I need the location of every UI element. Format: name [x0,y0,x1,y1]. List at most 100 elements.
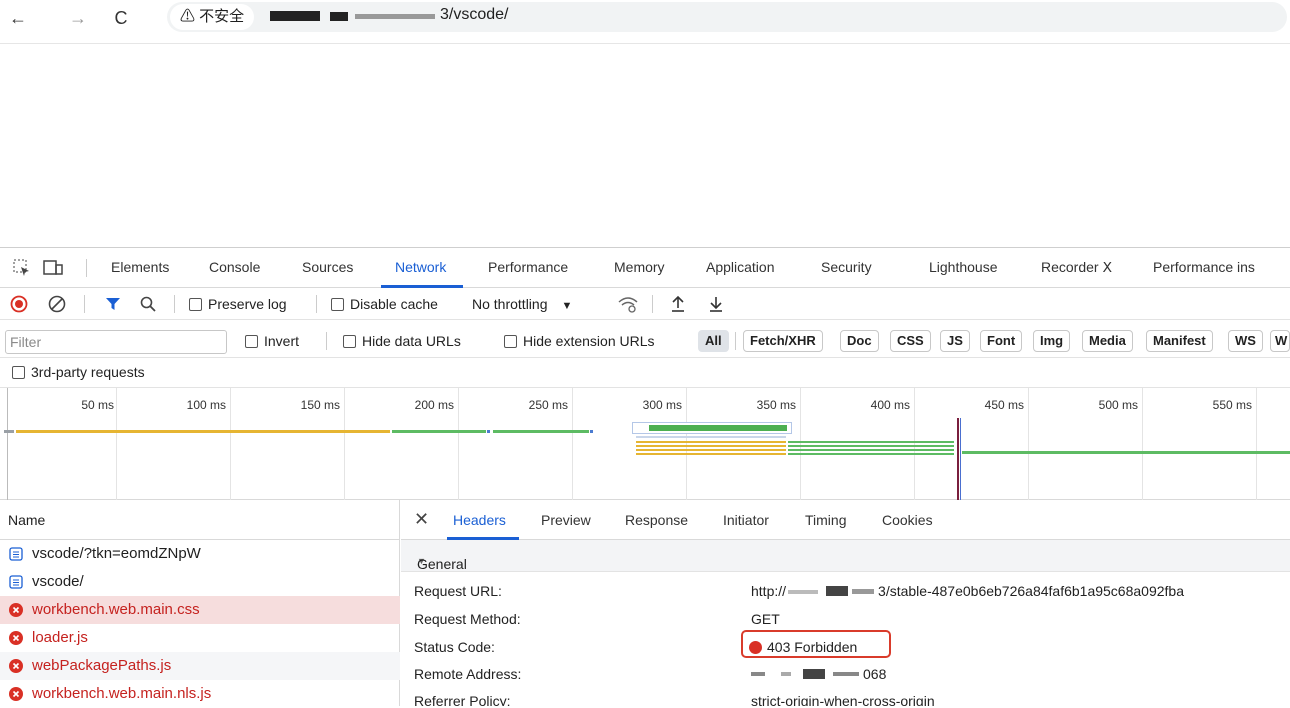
waterfall-bar [590,430,593,433]
grid-line [230,388,231,500]
request-url-label: Request URL: [414,583,502,599]
tab-performance[interactable]: Performance [488,259,568,275]
request-name: webPackagePaths.js [32,657,172,674]
tab-network[interactable]: Network [395,259,446,275]
request-detail-panel: ✕ Headers Preview Response Initiator Tim… [401,500,1290,706]
waterfall-bar [487,430,490,433]
request-url-suffix: 3/stable-487e0b6eb726a84faf6b1a95c68a092… [878,583,1184,599]
filter-type-all[interactable]: All [698,330,729,352]
checkbox-icon [189,298,202,311]
tab-performance-insights[interactable]: Performance ins [1153,259,1290,275]
waterfall-bar [788,445,954,447]
tab-preview[interactable]: Preview [541,512,591,528]
error-icon [9,659,23,673]
throttling-select[interactable]: No throttling ▼ [472,296,572,312]
grid-line [800,388,801,500]
back-icon[interactable]: ← [6,6,30,30]
divider [652,295,653,313]
request-name: vscode/?tkn=eomdZNpW [32,545,201,562]
third-party-checkbox[interactable]: 3rd-party requests [12,364,145,380]
url-text: 3/vscode/ [440,6,509,23]
filter-type-manifest[interactable]: Manifest [1146,330,1213,352]
tab-application[interactable]: Application [706,259,775,275]
import-har-icon[interactable] [670,294,686,314]
grid-line [1256,388,1257,500]
request-row[interactable]: workbench.web.main.css [0,596,400,624]
tab-cookies[interactable]: Cookies [882,512,933,528]
search-icon[interactable] [139,295,157,313]
filter-icon[interactable] [105,296,121,312]
filter-type-css[interactable]: CSS [890,330,931,352]
inspect-element-icon[interactable] [12,258,32,278]
filter-type-js[interactable]: JS [940,330,970,352]
preserve-log-checkbox[interactable]: Preserve log [189,296,287,312]
grid-line [344,388,345,500]
tab-response[interactable]: Response [625,512,688,528]
close-icon[interactable]: ✕ [414,509,429,530]
tab-memory[interactable]: Memory [614,259,665,275]
clear-icon[interactable] [48,295,66,313]
timeline-tick: 550 ms [1212,398,1252,412]
forward-icon[interactable]: → [66,6,90,30]
tab-headers[interactable]: Headers [453,512,506,528]
request-row[interactable]: workbench.web.main.nls.js [0,680,400,708]
timeline-tick: 500 ms [1098,398,1138,412]
filter-type-font[interactable]: Font [980,330,1023,352]
throttling-value: No throttling [472,296,548,312]
disable-cache-checkbox[interactable]: Disable cache [331,296,438,312]
redacted-host [270,11,435,21]
filter-type-img[interactable]: Img [1033,330,1071,352]
network-timeline-overview[interactable]: 50 ms 100 ms 150 ms 200 ms 250 ms 300 ms… [0,388,1290,500]
invert-checkbox[interactable]: Invert [245,333,299,349]
waterfall-bar [962,451,1290,454]
tab-recorder[interactable]: Recorder Ⅹ [1041,259,1112,276]
divider [174,295,175,313]
request-row[interactable]: webPackagePaths.js [0,652,400,680]
timeline-start-line [7,388,8,500]
tab-timing[interactable]: Timing [805,512,847,528]
divider [84,295,85,313]
tab-initiator[interactable]: Initiator [723,512,769,528]
general-section-header[interactable]: ▼ General [401,540,1290,572]
security-indicator[interactable]: ⚠ 不安全 [170,4,255,30]
name-column-header[interactable]: Name [0,500,400,540]
third-party-row: 3rd-party requests [0,358,1290,388]
filter-type-doc[interactable]: Doc [840,330,879,352]
checkbox-icon [504,335,517,348]
request-url-prefix: http:// [751,583,787,599]
filter-type-ws[interactable]: WS [1228,330,1263,352]
filter-type-fetch-xhr[interactable]: Fetch/XHR [743,330,823,352]
timeline-tick: 50 ms [81,398,114,412]
request-row[interactable]: loader.js [0,624,400,652]
browser-toolbar: ← → C ⚠ 不安全 3/vscode/ [0,0,1290,44]
grid-line [686,388,687,500]
filter-type-media[interactable]: Media [1082,330,1133,352]
request-name: workbench.web.main.nls.js [32,685,212,702]
name-column-label: Name [8,512,46,528]
invert-label: Invert [264,333,300,349]
detail-tabbar: ✕ Headers Preview Response Initiator Tim… [401,500,1290,540]
waterfall-bar [636,449,786,451]
tab-security[interactable]: Security [821,259,872,275]
reload-icon[interactable]: C [109,6,133,30]
network-conditions-icon[interactable] [617,295,639,313]
tab-lighthouse[interactable]: Lighthouse [929,259,998,275]
status-code-label: Status Code: [414,639,495,655]
filter-input[interactable] [5,330,227,354]
export-har-icon[interactable] [708,294,724,314]
record-stop-icon[interactable] [10,295,28,313]
tab-console[interactable]: Console [209,259,260,275]
device-toolbar-icon[interactable] [42,258,64,278]
tab-elements[interactable]: Elements [111,259,169,275]
checkbox-icon [343,335,356,348]
waterfall-bar [16,430,390,433]
hide-extension-urls-checkbox[interactable]: Hide extension URLs [504,333,655,349]
error-icon [9,603,23,617]
request-row[interactable]: vscode/ [0,568,400,596]
hide-data-urls-checkbox[interactable]: Hide data URLs [343,333,461,349]
filter-type-wasm[interactable]: W [1270,330,1290,352]
timeline-tick: 450 ms [984,398,1024,412]
request-row[interactable]: vscode/?tkn=eomdZNpW [0,540,400,568]
tab-sources[interactable]: Sources [302,259,353,275]
request-name: vscode/ [32,573,84,590]
